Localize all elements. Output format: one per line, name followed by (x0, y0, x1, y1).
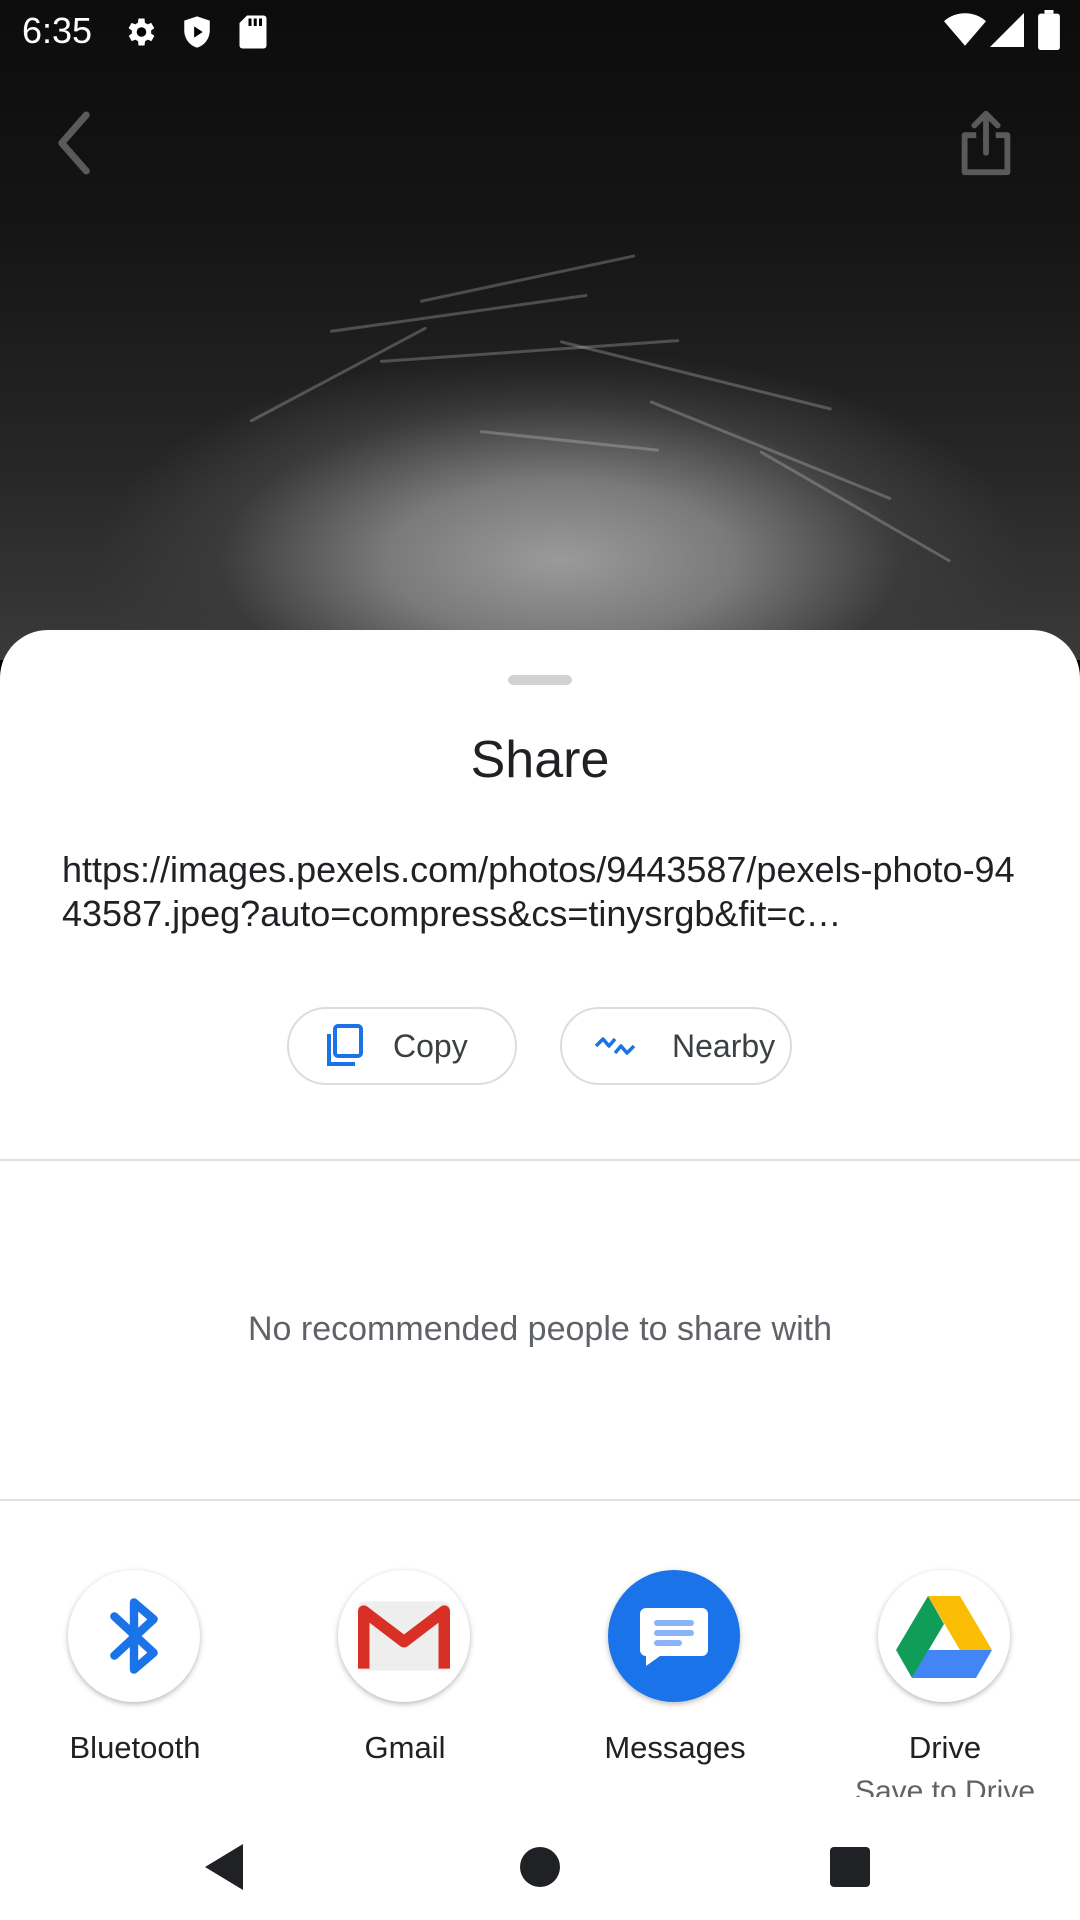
gmail-icon (338, 1570, 470, 1702)
share-icon (961, 110, 1011, 176)
photo-background (0, 0, 1080, 660)
share-sheet: Share https://images.pexels.com/photos/9… (0, 630, 1080, 1920)
status-bar: 6:35 (0, 0, 1080, 64)
sd-card-icon (238, 14, 268, 55)
app-sublabel: Save to Drive (854, 1775, 1036, 1797)
home-circle-icon (520, 1847, 560, 1887)
app-messages[interactable]: Messages (540, 1570, 810, 1810)
shield-play-icon (180, 14, 214, 55)
copy-label: Copy (393, 1027, 468, 1064)
app-gmail[interactable]: Gmail (270, 1570, 540, 1810)
divider (0, 1499, 1080, 1501)
share-button[interactable] (956, 108, 1026, 188)
nav-back-button[interactable] (190, 1832, 260, 1902)
copy-icon (323, 1024, 363, 1068)
recents-square-icon (830, 1847, 870, 1887)
sheet-title: Share (470, 731, 610, 789)
battery-icon (1038, 10, 1060, 55)
nav-recents-button[interactable] (815, 1832, 885, 1902)
shared-url: https://images.pexels.com/photos/9443587… (62, 849, 1015, 934)
app-label: Gmail (364, 1730, 446, 1765)
chevron-left-icon (58, 111, 90, 175)
wifi-icon (944, 12, 986, 53)
bluetooth-icon (68, 1570, 200, 1702)
signal-icon (990, 12, 1024, 53)
back-triangle-icon (205, 1844, 243, 1890)
app-label: Messages (604, 1730, 746, 1765)
copy-button[interactable]: Copy (287, 1007, 517, 1085)
app-bluetooth[interactable]: Bluetooth (0, 1570, 270, 1810)
drag-handle[interactable] (508, 675, 572, 685)
status-time: 6:35 (22, 10, 93, 51)
nearby-button[interactable]: Nearby (560, 1007, 792, 1085)
app-label: Bluetooth (69, 1730, 201, 1765)
app-drive[interactable]: Drive Save to Drive (810, 1570, 1080, 1810)
divider (0, 1159, 1080, 1161)
drive-icon (878, 1570, 1010, 1702)
nearby-icon (594, 1034, 638, 1058)
no-people-message: No recommended people to share with (248, 1310, 832, 1348)
messages-icon (608, 1570, 740, 1702)
app-label: Drive (908, 1730, 982, 1765)
back-button[interactable] (44, 108, 104, 178)
nearby-label: Nearby (672, 1027, 776, 1064)
gear-icon (122, 14, 158, 55)
navigation-bar (0, 1810, 1080, 1920)
nav-home-button[interactable] (505, 1832, 575, 1902)
